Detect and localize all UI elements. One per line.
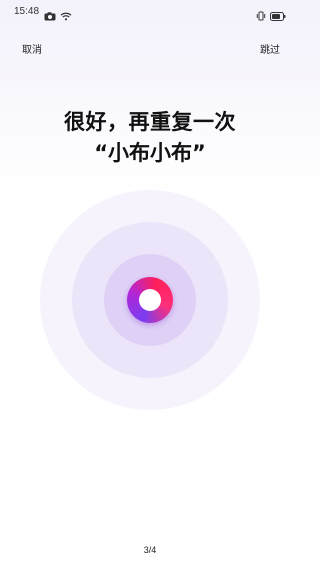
page-indicator: 3/4 bbox=[143, 545, 157, 555]
status-right-icons bbox=[256, 6, 286, 25]
voice-visualizer bbox=[0, 190, 300, 410]
battery-icon bbox=[270, 6, 286, 25]
camera-icon bbox=[44, 6, 56, 25]
voice-orb-center bbox=[139, 289, 161, 311]
cancel-button[interactable]: 取消 bbox=[22, 41, 42, 56]
status-left-icons bbox=[44, 6, 72, 25]
prompt-title-line2: “小布小布” bbox=[94, 141, 206, 165]
voice-orb-icon[interactable] bbox=[127, 277, 173, 323]
status-bar: 15:48 bbox=[0, 0, 300, 24]
status-time: 15:48 bbox=[14, 6, 40, 17]
vibrate-icon bbox=[256, 6, 266, 25]
wifi-icon bbox=[60, 6, 72, 25]
skip-button[interactable]: 跳过 bbox=[260, 41, 280, 56]
prompt-title-line1: 很好，再重复一次 bbox=[64, 110, 236, 134]
